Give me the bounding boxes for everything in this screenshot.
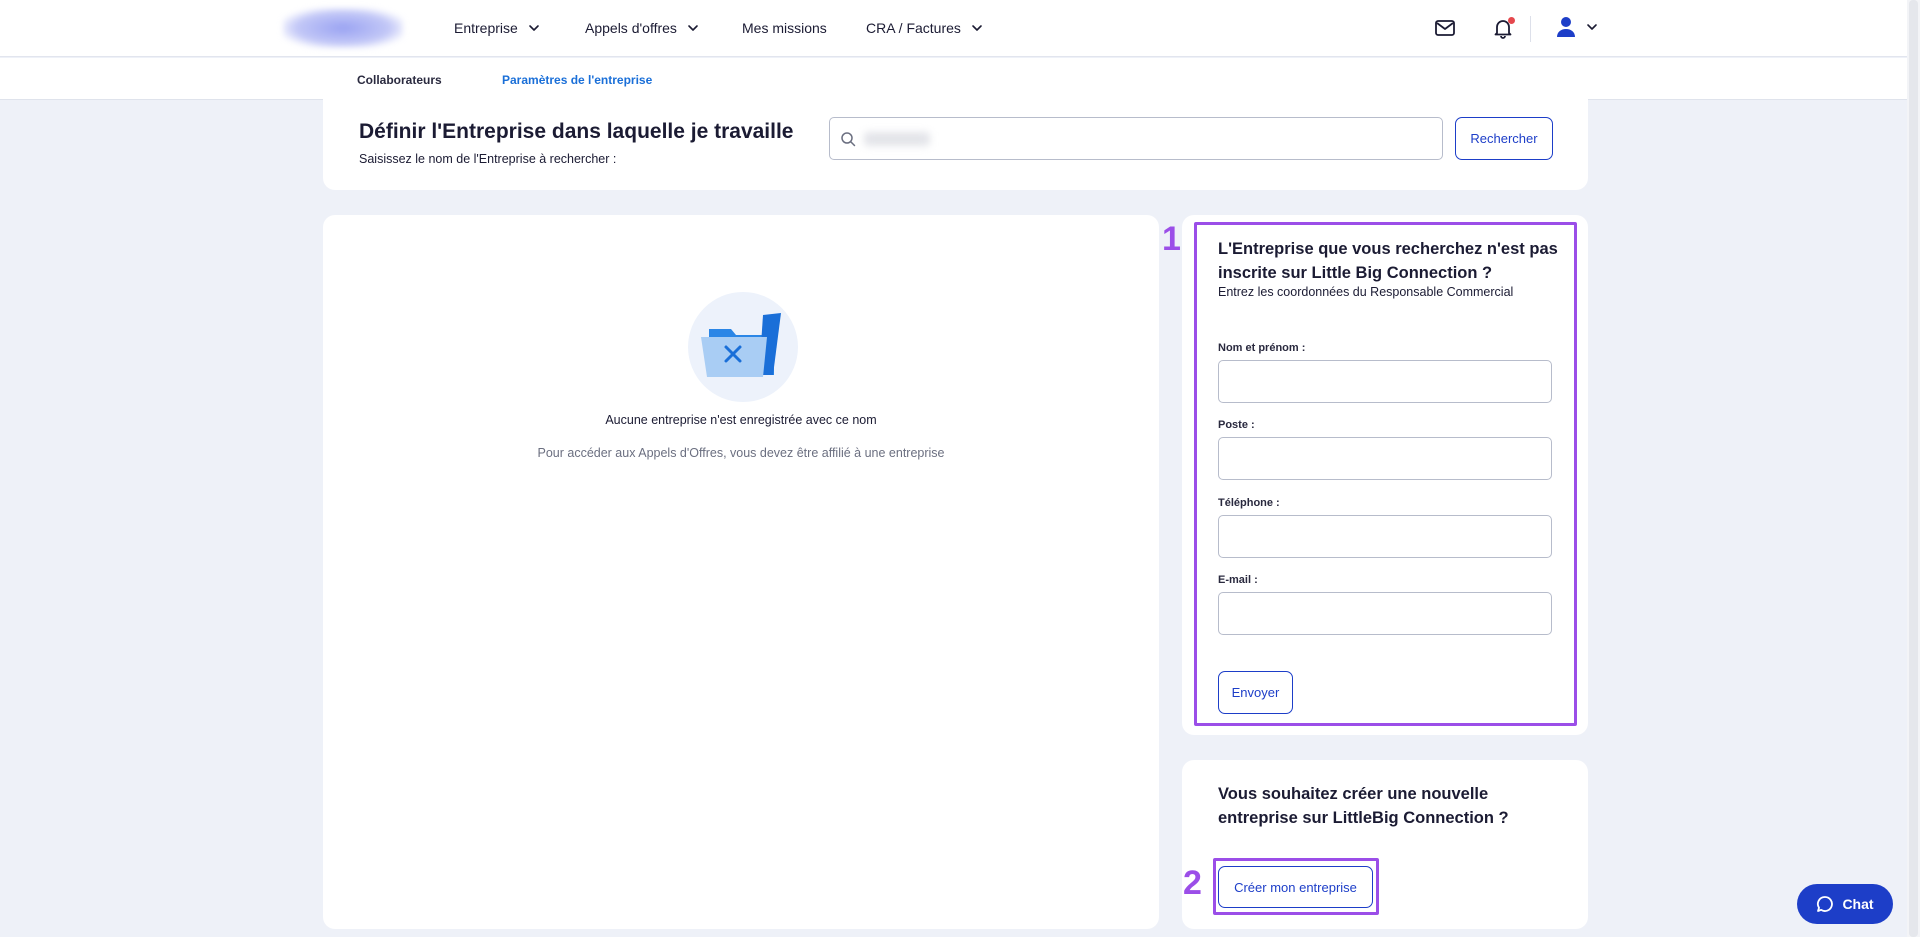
search-field[interactable] (829, 117, 1443, 160)
nav-appels-offres[interactable]: Appels d'offres (585, 18, 699, 38)
nav-appels-offres-label: Appels d'offres (585, 20, 677, 36)
annotation-number-2: 2 (1183, 864, 1202, 902)
empty-state-title: Aucune entreprise n'est enregistrée avec… (605, 413, 877, 427)
nav-divider (1530, 16, 1531, 42)
tab-parametres-entreprise[interactable]: Paramètres de l'entreprise (502, 73, 652, 87)
company-search-card: Définir l'Entreprise dans laquelle je tr… (323, 88, 1588, 190)
chevron-down-icon (1587, 24, 1597, 30)
page-title: Définir l'Entreprise dans laquelle je tr… (359, 120, 794, 143)
chat-label: Chat (1842, 896, 1874, 912)
chat-bubble-icon (1817, 896, 1834, 912)
nav-mes-missions-label: Mes missions (742, 20, 827, 36)
empty-state-subtitle: Pour accéder aux Appels d'Offres, vous d… (537, 446, 945, 460)
user-menu[interactable] (1556, 16, 1598, 38)
chevron-down-icon (529, 25, 539, 31)
mail-icon[interactable] (1433, 16, 1457, 40)
chevron-down-icon (688, 25, 698, 31)
nav-entreprise[interactable]: Entreprise (454, 18, 540, 38)
top-navbar: Entreprise Appels d'offres Mes missions … (0, 0, 1920, 57)
search-button[interactable]: Rechercher (1455, 117, 1553, 160)
nav-cra-factures-label: CRA / Factures (866, 20, 961, 36)
tab-collaborateurs[interactable]: Collaborateurs (357, 73, 442, 87)
user-icon (1557, 17, 1575, 37)
chevron-down-icon (972, 25, 982, 31)
nav-cra-factures[interactable]: CRA / Factures (866, 18, 983, 38)
chat-button[interactable]: Chat (1797, 884, 1893, 924)
create-company-title: Vous souhaitez créer une nouvelle entrep… (1218, 785, 1509, 827)
company-logo[interactable] (283, 8, 403, 48)
empty-folder-icon (688, 292, 798, 402)
annotation-number-1: 1 (1162, 220, 1181, 258)
scrollbar-thumb[interactable] (1909, 0, 1918, 937)
search-instructions: Saisissez le nom de l'Entreprise à reche… (359, 152, 617, 166)
empty-results-card: Aucune entreprise n'est enregistrée avec… (323, 215, 1159, 929)
annotation-highlight-2 (1213, 858, 1379, 915)
search-icon (841, 132, 856, 147)
annotation-highlight-1 (1194, 222, 1577, 726)
notification-badge (1508, 17, 1515, 24)
nav-entreprise-label: Entreprise (454, 20, 518, 36)
search-input[interactable] (862, 126, 1432, 152)
nav-mes-missions[interactable]: Mes missions (742, 18, 827, 38)
